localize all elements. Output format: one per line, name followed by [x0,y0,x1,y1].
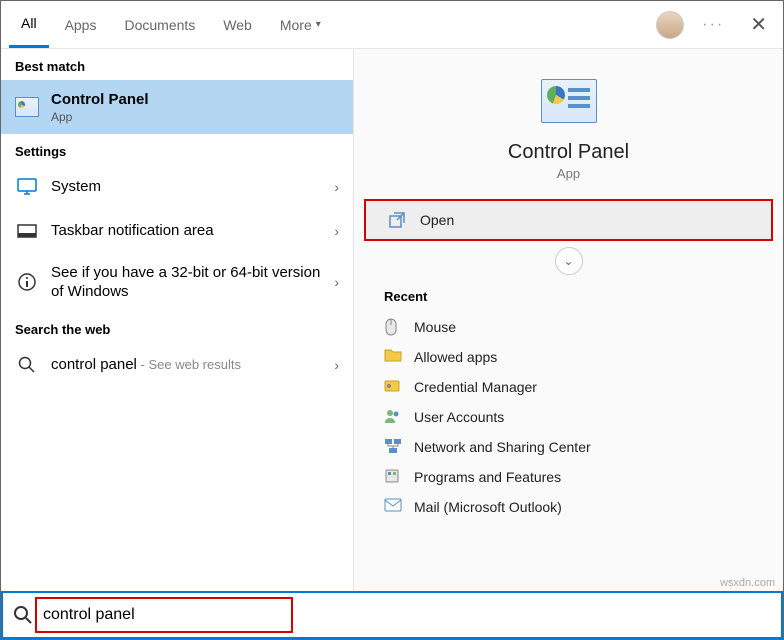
tab-apps[interactable]: Apps [53,1,109,48]
recent-label: User Accounts [414,409,504,425]
result-web-search[interactable]: control panel - See web results › [1,343,353,387]
tab-all[interactable]: All [9,1,49,48]
results-panel: Best match Control Panel App Settings Sy… [1,49,353,591]
taskbar-icon [15,219,39,243]
recent-network-sharing[interactable]: Network and Sharing Center [354,432,783,462]
result-title: control panel [51,356,137,373]
chevron-right-icon: › [334,179,339,195]
chevron-down-icon: ▾ [316,19,321,30]
control-panel-hero-icon [541,79,597,123]
filter-tabs: All Apps Documents Web More▾ [9,1,333,48]
recent-label: Credential Manager [414,379,537,395]
info-icon [15,270,39,294]
open-label: Open [420,212,454,228]
mouse-icon [384,318,402,336]
network-icon [384,438,402,456]
chevron-right-icon: › [334,274,339,290]
control-panel-icon [15,95,39,119]
preview-panel: Control Panel App Open ⌄ Recent Mouse Al… [353,49,783,591]
more-options-icon[interactable]: ··· [702,16,724,34]
preview-title: Control Panel [354,141,783,164]
tab-more[interactable]: More▾ [268,1,333,48]
recent-allowed-apps[interactable]: Allowed apps [354,342,783,372]
close-icon[interactable]: ✕ [742,12,775,37]
expand-toggle[interactable]: ⌄ [555,247,583,275]
recent-user-accounts[interactable]: User Accounts [354,402,783,432]
result-title: Control Panel [51,90,339,110]
user-avatar[interactable] [656,11,684,39]
result-title: See if you have a 32-bit or 64-bit versi… [51,263,322,302]
recent-label: Mouse [414,319,456,335]
recent-label: Programs and Features [414,469,561,485]
chevron-right-icon: › [334,223,339,239]
result-system-type[interactable]: See if you have a 32-bit or 64-bit versi… [1,253,353,312]
tab-documents[interactable]: Documents [112,1,207,48]
recent-label: Recent [354,285,783,312]
search-header: All Apps Documents Web More▾ ··· ✕ [1,1,783,49]
result-subtitle: App [51,110,339,124]
chevron-down-icon: ⌄ [563,254,573,268]
credential-icon [384,378,402,396]
programs-icon [384,468,402,486]
monitor-icon [15,175,39,199]
open-icon [388,211,406,229]
recent-credential-manager[interactable]: Credential Manager [354,372,783,402]
recent-label: Network and Sharing Center [414,439,591,455]
recent-mail-outlook[interactable]: Mail (Microsoft Outlook) [354,492,783,522]
open-action[interactable]: Open [364,199,773,241]
tab-web[interactable]: Web [211,1,264,48]
result-system[interactable]: System › [1,165,353,209]
recent-mouse[interactable]: Mouse [354,312,783,342]
result-title: System [51,177,322,197]
users-icon [384,408,402,426]
watermark: wsxdn.com [720,577,775,589]
recent-programs-features[interactable]: Programs and Features [354,462,783,492]
settings-label: Settings [1,134,353,165]
search-icon [3,605,43,625]
search-bar[interactable] [1,591,783,639]
folder-icon [384,348,402,366]
result-taskbar-notification[interactable]: Taskbar notification area › [1,209,353,253]
preview-hero: Control Panel App [354,49,783,197]
search-input[interactable] [43,593,781,637]
preview-subtitle: App [354,166,783,181]
recent-label: Mail (Microsoft Outlook) [414,499,562,515]
result-title: Taskbar notification area [51,221,322,241]
result-control-panel[interactable]: Control Panel App [1,80,353,134]
recent-label: Allowed apps [414,349,497,365]
search-icon [15,353,39,377]
chevron-right-icon: › [334,357,339,373]
web-hint: - See web results [137,357,241,372]
web-label: Search the web [1,312,353,343]
best-match-label: Best match [1,49,353,80]
mail-icon [384,498,402,516]
